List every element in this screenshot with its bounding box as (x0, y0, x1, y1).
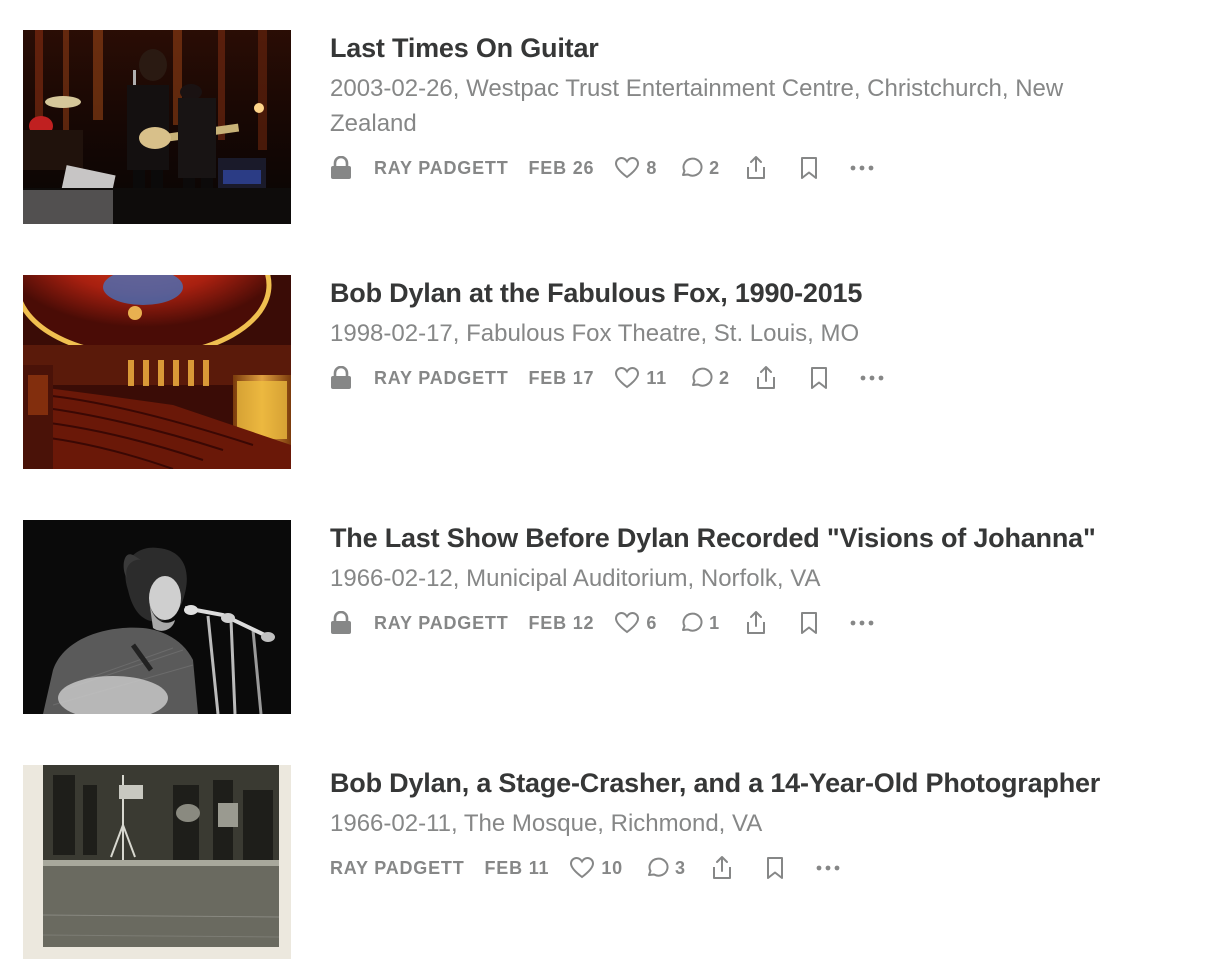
comment-icon (682, 157, 703, 177)
post-date: FEB 11 (484, 857, 550, 878)
comment-button[interactable]: 2 (679, 156, 720, 180)
post-author[interactable]: RAY PADGETT (374, 368, 509, 389)
bookmark-icon (800, 612, 817, 634)
like-count: 10 (601, 857, 623, 878)
post-title[interactable]: Bob Dylan, a Stage-Crasher, and a 14-Yea… (330, 765, 1210, 800)
more-icon (816, 865, 840, 871)
post-thumbnail[interactable] (23, 30, 291, 224)
share-button[interactable] (742, 154, 770, 182)
post-subtitle[interactable]: 2003-02-26, Westpac Trust Entertainment … (330, 71, 1150, 141)
post-meta: RAY PADGETT FEB 12 6 1 (330, 608, 1210, 638)
bookmark-icon (800, 157, 817, 179)
more-button[interactable] (814, 854, 842, 882)
comment-count: 3 (674, 857, 686, 878)
theatre-interior-photo (23, 275, 291, 469)
post-list: Last Times On Guitar 2003-02-26, Westpac… (0, 0, 1228, 968)
comment-button[interactable]: 2 (689, 366, 730, 390)
post-meta: RAY PADGETT FEB 11 10 3 (330, 853, 1210, 883)
post-item[interactable]: Bob Dylan, a Stage-Crasher, and a 14-Yea… (23, 765, 1213, 959)
share-icon (746, 156, 765, 179)
post-subtitle[interactable]: 1966-02-11, The Mosque, Richmond, VA (330, 806, 1150, 841)
comment-icon (682, 612, 703, 632)
post-title[interactable]: Last Times On Guitar (330, 30, 1210, 65)
comment-button[interactable]: 1 (679, 611, 720, 635)
vintage-stage-photo (23, 765, 291, 959)
post-item[interactable]: Last Times On Guitar 2003-02-26, Westpac… (23, 30, 1213, 224)
post-title[interactable]: Bob Dylan at the Fabulous Fox, 1990-2015 (330, 275, 1210, 310)
like-button[interactable]: 10 (569, 856, 623, 880)
comment-icon (691, 367, 713, 387)
bookmark-icon (810, 367, 827, 389)
post-item[interactable]: The Last Show Before Dylan Recorded "Vis… (23, 520, 1213, 714)
post-date: FEB 12 (528, 612, 595, 633)
bookmark-button[interactable] (795, 154, 823, 182)
share-icon (746, 611, 765, 634)
bw-singer-photo (23, 520, 291, 714)
like-count: 11 (646, 367, 667, 388)
bookmark-icon (766, 857, 783, 879)
post-date: FEB 17 (528, 367, 595, 388)
more-icon (850, 620, 874, 626)
heart-icon (570, 856, 595, 879)
concert-stage-photo (23, 30, 291, 224)
post-body: Bob Dylan at the Fabulous Fox, 1990-2015… (330, 275, 1210, 393)
post-subtitle[interactable]: 1998-02-17, Fabulous Fox Theatre, St. Lo… (330, 316, 1150, 351)
post-meta: RAY PADGETT FEB 26 8 2 (330, 153, 1210, 183)
more-button[interactable] (848, 154, 876, 182)
bookmark-button[interactable] (761, 854, 789, 882)
like-count: 8 (646, 157, 658, 178)
post-body: Bob Dylan, a Stage-Crasher, and a 14-Yea… (330, 765, 1210, 883)
lock-icon (331, 156, 351, 179)
post-date: FEB 26 (528, 157, 595, 178)
post-author[interactable]: RAY PADGETT (330, 858, 465, 879)
more-button[interactable] (858, 364, 886, 392)
comment-count: 1 (709, 612, 720, 633)
post-item[interactable]: Bob Dylan at the Fabulous Fox, 1990-2015… (23, 275, 1213, 469)
share-icon (712, 856, 731, 879)
like-button[interactable]: 11 (614, 366, 667, 390)
post-author[interactable]: RAY PADGETT (374, 613, 509, 634)
post-title[interactable]: The Last Show Before Dylan Recorded "Vis… (330, 520, 1210, 555)
more-icon (860, 375, 884, 381)
share-button[interactable] (752, 364, 780, 392)
comment-count: 2 (718, 367, 730, 388)
post-body: The Last Show Before Dylan Recorded "Vis… (330, 520, 1210, 638)
heart-icon (615, 611, 640, 634)
share-icon (756, 366, 775, 389)
comment-button[interactable]: 3 (645, 856, 686, 880)
like-button[interactable]: 8 (614, 156, 657, 180)
post-thumbnail[interactable] (23, 520, 291, 714)
comment-icon (647, 857, 669, 877)
lock-icon (331, 366, 351, 389)
post-body: Last Times On Guitar 2003-02-26, Westpac… (330, 30, 1210, 183)
lock-icon (331, 611, 351, 634)
like-button[interactable]: 6 (614, 611, 657, 635)
bookmark-button[interactable] (795, 609, 823, 637)
post-subtitle[interactable]: 1966-02-12, Municipal Auditorium, Norfol… (330, 561, 1150, 596)
share-button[interactable] (708, 854, 736, 882)
more-icon (850, 165, 874, 171)
post-thumbnail[interactable] (23, 275, 291, 469)
heart-icon (615, 366, 640, 389)
like-count: 6 (646, 612, 658, 633)
post-meta: RAY PADGETT FEB 17 11 2 (330, 363, 1210, 393)
post-thumbnail[interactable] (23, 765, 291, 959)
more-button[interactable] (848, 609, 876, 637)
bookmark-button[interactable] (805, 364, 833, 392)
post-author[interactable]: RAY PADGETT (374, 158, 509, 179)
comment-count: 2 (709, 157, 720, 178)
share-button[interactable] (742, 609, 770, 637)
heart-icon (615, 156, 640, 179)
